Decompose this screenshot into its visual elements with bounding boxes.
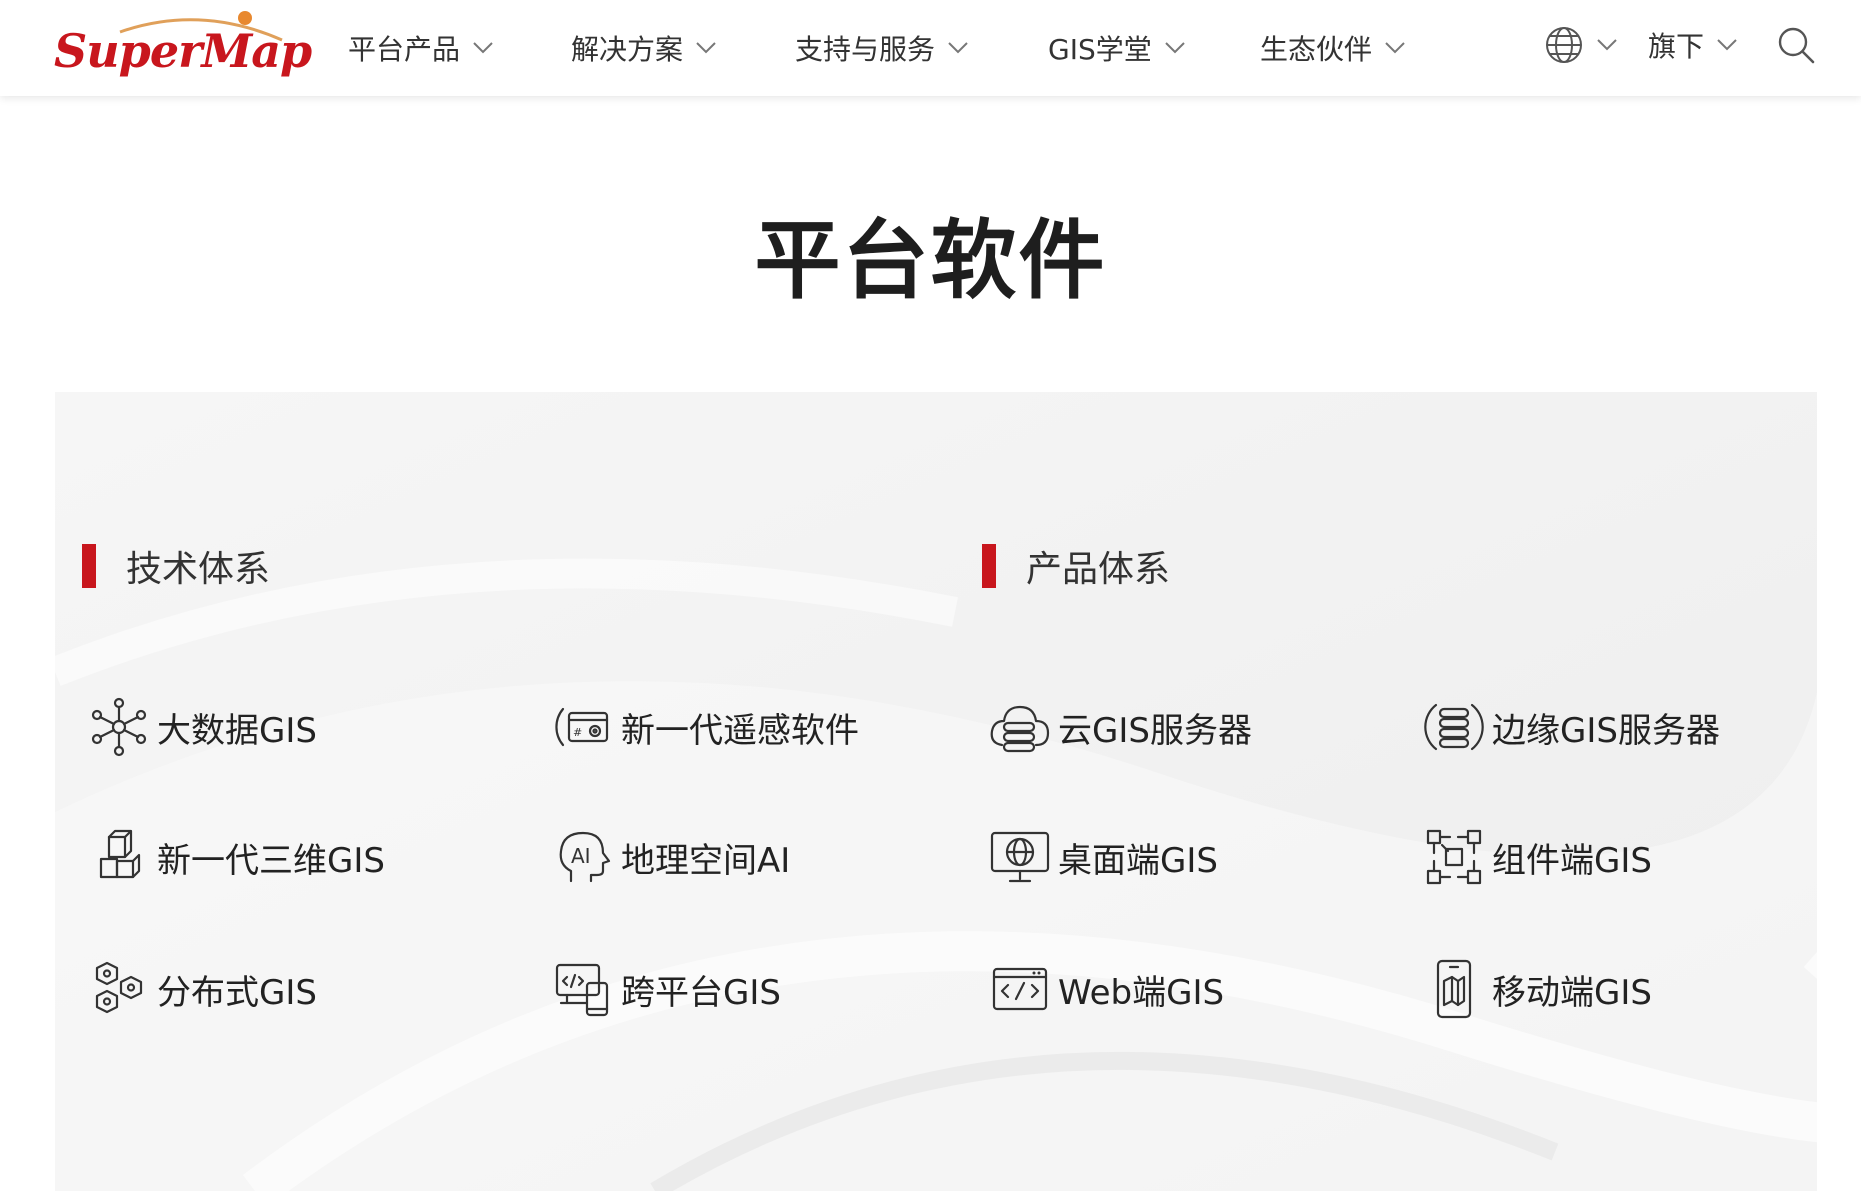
cubes-icon <box>99 829 141 879</box>
link-edge-gis-server[interactable]: 边缘GIS服务器 <box>1422 692 1720 762</box>
item-label: 分布式GIS <box>157 972 317 1013</box>
link-3d-gis[interactable]: 新一代三维GIS <box>87 822 385 892</box>
nav-item-solutions[interactable]: 解决方案 <box>571 28 717 68</box>
search-button[interactable] <box>1776 22 1816 68</box>
link-cross-platform-gis[interactable]: 跨平台GIS <box>551 954 781 1024</box>
remote-sensing-icon: # <box>555 707 609 747</box>
link-component-gis[interactable]: 组件端GIS <box>1422 822 1652 892</box>
section-product-header: 产品体系 <box>982 542 1170 590</box>
item-label: 桌面端GIS <box>1058 840 1218 881</box>
nav-item-support[interactable]: 支持与服务 <box>795 28 969 68</box>
link-web-gis[interactable]: Web端GIS <box>988 954 1224 1024</box>
nav-item-platform-products[interactable]: 平台产品 <box>348 28 494 68</box>
devices-icon <box>555 963 609 1017</box>
section-tech-header: 技术体系 <box>82 542 270 590</box>
flagship-label: 旗下 <box>1648 30 1705 63</box>
flagship-menu[interactable]: 旗下 <box>1648 22 1738 68</box>
link-geospatial-ai[interactable]: AI 地理空间AI <box>551 822 790 892</box>
mobile-map-icon <box>1436 959 1472 1019</box>
globe-icon <box>1546 27 1582 63</box>
chevron-down-icon <box>1717 39 1737 51</box>
item-label: Web端GIS <box>1058 972 1225 1013</box>
nav-item-label: 平台产品 <box>348 33 461 66</box>
section-title: 技术体系 <box>126 549 271 590</box>
edge-server-icon <box>1424 703 1484 751</box>
page-title: 平台软件 <box>754 211 1107 311</box>
section-accent-bar <box>982 544 996 588</box>
ai-head-icon: AI <box>559 831 611 883</box>
item-label: 新一代遥感软件 <box>621 710 859 751</box>
link-desktop-gis[interactable]: 桌面端GIS <box>988 822 1218 892</box>
nav-item-label: 解决方案 <box>571 33 684 66</box>
hexagons-icon <box>95 961 143 1014</box>
chevron-down-icon <box>473 42 493 54</box>
nav-item-partners[interactable]: 生态伙伴 <box>1260 28 1406 68</box>
chevron-down-icon <box>1165 42 1185 54</box>
nav-item-label: 支持与服务 <box>795 33 936 66</box>
language-switcher[interactable] <box>1544 22 1618 68</box>
link-remote-sensing[interactable]: # 新一代遥感软件 <box>551 692 859 762</box>
cloud-server-icon <box>990 705 1050 753</box>
nav-item-label: 生态伙伴 <box>1260 33 1373 66</box>
software-panel: 技术体系 产品体系 大数据GIS # 新一代遥感软件 新一代三维GIS AI 地… <box>55 392 1817 1191</box>
network-nodes-icon <box>91 697 147 757</box>
panel-background-swirl <box>55 392 1817 1191</box>
link-distributed-gis[interactable]: 分布式GIS <box>87 954 317 1024</box>
item-label: 跨平台GIS <box>621 972 781 1013</box>
item-label: 组件端GIS <box>1492 840 1652 881</box>
desktop-globe-icon <box>990 831 1050 883</box>
nav-item-gis-academy[interactable]: GIS学堂 <box>1048 28 1186 68</box>
item-label: 云GIS服务器 <box>1058 710 1252 751</box>
chevron-down-icon <box>696 42 716 54</box>
nav-item-label: GIS学堂 <box>1048 33 1152 66</box>
link-cloud-gis-server[interactable]: 云GIS服务器 <box>988 692 1252 762</box>
svg-text:AI: AI <box>571 844 591 868</box>
item-label: 新一代三维GIS <box>157 840 385 881</box>
item-label: 大数据GIS <box>157 710 317 751</box>
search-icon <box>1778 27 1815 64</box>
svg-text:#: # <box>573 726 582 739</box>
web-code-icon <box>992 967 1048 1011</box>
item-label: 地理空间AI <box>621 840 791 881</box>
link-big-data-gis[interactable]: 大数据GIS <box>87 692 317 762</box>
components-icon <box>1426 829 1482 885</box>
chevron-down-icon <box>1597 39 1617 51</box>
chevron-down-icon <box>1385 42 1405 54</box>
item-label: 边缘GIS服务器 <box>1492 710 1720 751</box>
section-title: 产品体系 <box>1026 549 1171 590</box>
link-mobile-gis[interactable]: 移动端GIS <box>1422 954 1652 1024</box>
chevron-down-icon <box>948 42 968 54</box>
section-accent-bar <box>82 544 96 588</box>
site-header: SuperMap 平台产品 解决方案 支持与服务 GIS学堂 生态伙伴 旗下 <box>0 0 1861 96</box>
item-label: 移动端GIS <box>1492 972 1652 1013</box>
